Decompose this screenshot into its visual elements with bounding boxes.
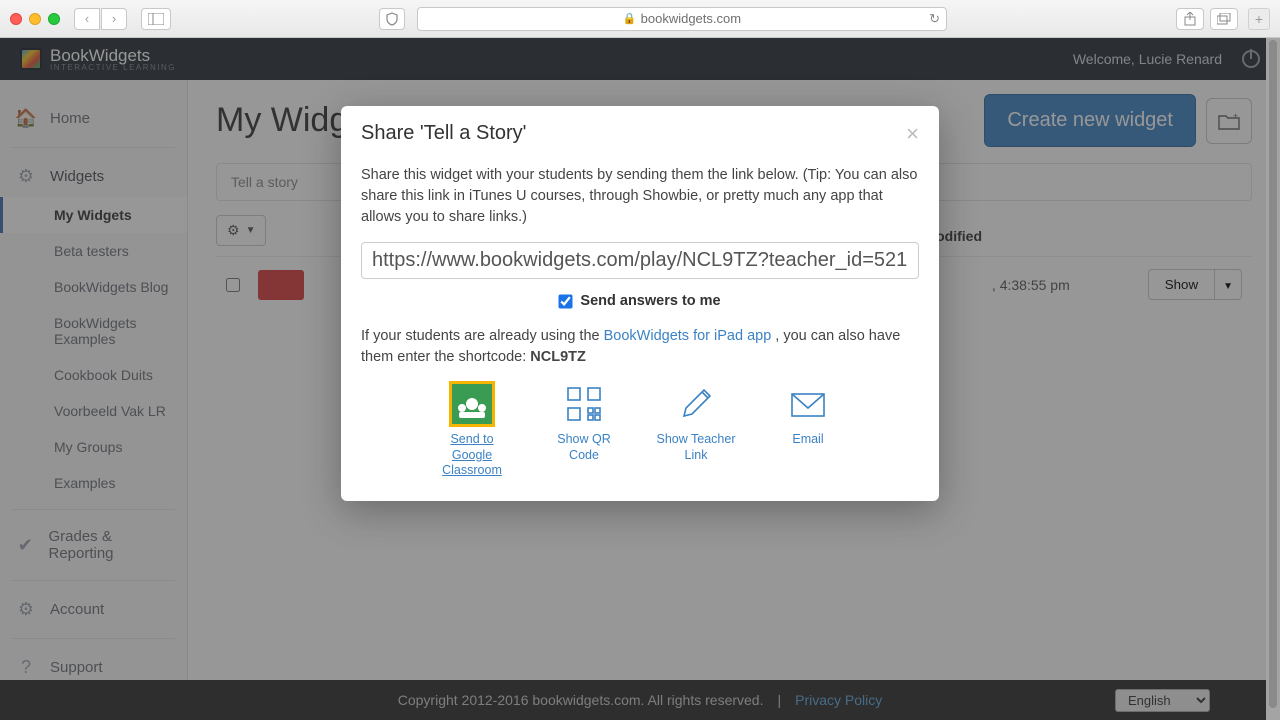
email-icon <box>765 382 851 426</box>
maximize-window-button[interactable] <box>48 13 60 25</box>
send-answers-label: Send answers to me <box>580 293 720 309</box>
url-text: bookwidgets.com <box>641 11 741 26</box>
send-answers-checkbox[interactable] <box>559 294 573 308</box>
close-window-button[interactable] <box>10 13 22 25</box>
browser-chrome: ‹ › 🔒 bookwidgets.com ↻ + <box>0 0 1280 38</box>
share-teacher-link[interactable]: Show Teacher Link <box>653 382 739 479</box>
google-classroom-icon <box>449 381 495 427</box>
qr-icon <box>541 382 627 426</box>
share-url-input[interactable] <box>361 242 919 279</box>
tabs-button[interactable] <box>1210 8 1238 30</box>
url-bar[interactable]: 🔒 bookwidgets.com ↻ <box>417 7 947 31</box>
lock-icon: 🔒 <box>623 12 637 25</box>
ipad-app-link[interactable]: BookWidgets for iPad app <box>604 328 772 344</box>
back-button[interactable]: ‹ <box>74 8 100 30</box>
sidebar-toggle-button[interactable] <box>141 8 171 30</box>
modal-close-button[interactable]: × <box>906 123 919 145</box>
minimize-window-button[interactable] <box>29 13 41 25</box>
ipad-note: If your students are already using the B… <box>361 326 919 368</box>
pencil-icon <box>653 382 739 426</box>
share-modal: Share 'Tell a Story' × Share this widget… <box>341 106 939 501</box>
share-description: Share this widget with your students by … <box>361 165 919 228</box>
share-button[interactable] <box>1176 8 1204 30</box>
nav-buttons: ‹ › <box>74 8 127 30</box>
forward-button[interactable]: › <box>101 8 127 30</box>
modal-title: Share 'Tell a Story' <box>361 122 527 145</box>
new-tab-button[interactable]: + <box>1248 8 1270 30</box>
reload-icon[interactable]: ↻ <box>929 11 940 27</box>
reader-button[interactable] <box>379 8 405 30</box>
share-google-classroom[interactable]: Send to Google Classroom <box>429 382 515 479</box>
share-qr-code[interactable]: Show QR Code <box>541 382 627 479</box>
modal-overlay[interactable]: Share 'Tell a Story' × Share this widget… <box>0 38 1280 720</box>
share-email[interactable]: Email <box>765 382 851 479</box>
window-controls <box>10 13 60 25</box>
send-answers-row: Send answers to me <box>361 291 919 312</box>
shortcode: NCL9TZ <box>530 349 586 365</box>
